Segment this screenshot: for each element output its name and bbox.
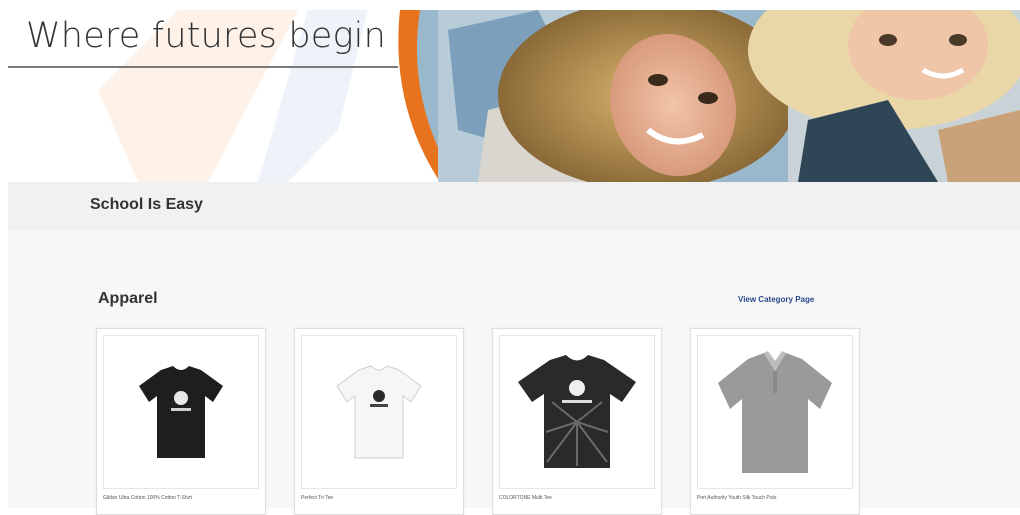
product-card[interactable]: COLORTONE Multi Tee <box>492 328 662 515</box>
polo-shirt-icon <box>718 351 832 473</box>
tshirt-icon <box>336 365 422 459</box>
banner-divider <box>8 66 398 68</box>
view-category-link[interactable]: View Category Page <box>738 295 814 304</box>
tie-dye-shirt-icon <box>518 355 636 468</box>
product-name[interactable]: Port Authority Youth Silk Touch Polo <box>697 495 776 501</box>
main-content: Apparel View Category Page Gildan Ultra … <box>8 230 1020 515</box>
tshirt-icon <box>139 366 223 458</box>
product-name[interactable]: COLORTONE Multi Tee <box>499 495 552 501</box>
product-card[interactable]: Port Authority Youth Silk Touch Polo <box>690 328 860 515</box>
category-title: Apparel <box>98 290 158 307</box>
product-image[interactable] <box>103 335 259 489</box>
product-name[interactable]: Gildan Ultra Cotton 100% Cotton T-Shirt <box>103 495 192 501</box>
product-image[interactable] <box>499 335 655 489</box>
hero-banner: Where futures begin <box>8 10 1020 182</box>
store-title: School Is Easy <box>90 196 203 213</box>
product-image[interactable] <box>301 335 457 489</box>
product-card[interactable]: Perfect Tri Tee <box>294 328 464 515</box>
product-image[interactable] <box>697 335 853 489</box>
product-name[interactable]: Perfect Tri Tee <box>301 495 333 501</box>
product-card[interactable]: Gildan Ultra Cotton 100% Cotton T-Shirt <box>96 328 266 515</box>
store-header: School Is Easy <box>8 182 1020 230</box>
banner-title: Where futures begin <box>26 16 386 56</box>
